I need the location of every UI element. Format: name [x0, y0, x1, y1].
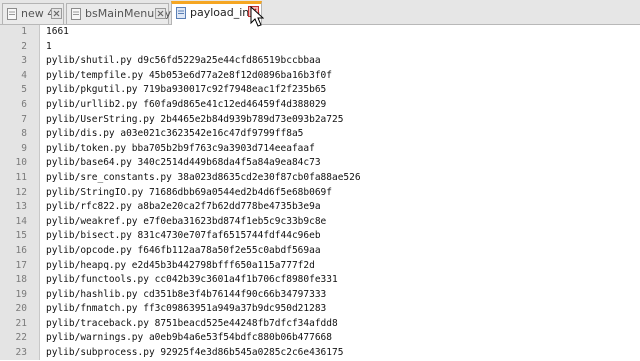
line-number: 9	[21, 142, 27, 154]
line-number: 16	[15, 244, 27, 256]
tab-new-4[interactable]: new 4	[2, 3, 64, 24]
editor-line: 13 pylib/rfc822.py a8ba2e20ca2f7b62dd778b…	[0, 200, 640, 215]
editor-line: 19 pylib/hashlib.py cd351b8e3f4b76144f90c…	[0, 288, 640, 303]
line-text: pylib/shutil.py d9c56fd5229a25e44cfd8651…	[46, 55, 321, 67]
line-text: pylib/dis.py a03e021c3623542e16c47df9799…	[46, 128, 304, 140]
file-icon	[71, 8, 81, 20]
line-number: 1	[21, 26, 27, 37]
line-text: 1	[46, 40, 52, 52]
line-text: pylib/subprocess.py 92925f4e3d86b545a028…	[46, 347, 344, 359]
line-number: 12	[15, 186, 27, 198]
editor-line: 22 pylib/warnings.py a0eb9b4a6e53f54bdfc8…	[0, 331, 640, 346]
close-icon[interactable]	[155, 8, 166, 19]
line-text: pylib/base64.py 340c2514d449b68da4f5a84a…	[46, 157, 321, 169]
editor-line: 9 pylib/token.py bba705b2b9f763c9a3903d71…	[0, 142, 640, 157]
line-text: pylib/StringIO.py 71686dbb69a0544ed2b4d6…	[46, 186, 332, 198]
editor-line: 23 pylib/subprocess.py 92925f4e3d86b545a0…	[0, 346, 640, 361]
line-text: pylib/fnmatch.py ff3c09863951a949a37b9dc…	[46, 303, 327, 315]
tab-label: new 4	[21, 7, 55, 20]
line-number: 13	[15, 201, 27, 213]
line-text: pylib/traceback.py 8751beacd525e44248fb7…	[46, 317, 338, 329]
editor-line: 3 pylib/shutil.py d9c56fd5229a25e44cfd865…	[0, 54, 640, 69]
editor-line: 17 pylib/heapq.py e2d45b3b442798bfff650a1…	[0, 259, 640, 274]
editor-line: 10 pylib/base64.py 340c2514d449b68da4f5a8…	[0, 156, 640, 171]
line-text: pylib/rfc822.py a8ba2e20ca2f7b62dd778be4…	[46, 201, 321, 213]
line-number: 23	[15, 347, 27, 359]
line-number: 17	[15, 259, 27, 271]
editor-line: 1 1661	[0, 25, 640, 40]
file-icon	[7, 8, 17, 20]
line-text: pylib/token.py bba705b2b9f763c9a3903d714…	[46, 142, 315, 154]
line-text: 1661	[46, 26, 69, 37]
tab-bar: new 4 bsMainMenu.py payload_info	[0, 0, 640, 25]
line-text: pylib/bisect.py 831c4730e707faf6515744fd…	[46, 230, 321, 242]
editor-line: 15 pylib/bisect.py 831c4730e707faf6515744…	[0, 229, 640, 244]
close-icon[interactable]	[51, 8, 62, 19]
line-number: 11	[15, 171, 27, 183]
line-text: pylib/pkgutil.py 719ba930017c92f7948eac1…	[46, 84, 327, 96]
editor-line: 21 pylib/traceback.py 8751beacd525e44248f…	[0, 317, 640, 332]
editor-line: 4 pylib/tempfile.py 45b053e6d77a2e8f12d08…	[0, 69, 640, 84]
tab-bsmainmenu-py[interactable]: bsMainMenu.py	[66, 3, 171, 24]
editor-line: 5 pylib/pkgutil.py 719ba930017c92f7948eac…	[0, 83, 640, 98]
line-number: 2	[21, 40, 27, 52]
file-icon	[176, 7, 186, 19]
line-number: 8	[21, 128, 27, 140]
tab-payload-info[interactable]: payload_info	[171, 1, 262, 25]
line-text: pylib/warnings.py a0eb9b4a6e53f54bdfc880…	[46, 332, 332, 344]
line-number: 18	[15, 274, 27, 286]
line-number: 7	[21, 113, 27, 125]
line-number: 14	[15, 215, 27, 227]
line-number: 3	[21, 55, 27, 67]
line-text: pylib/tempfile.py 45b053e6d77a2e8f12d089…	[46, 69, 332, 81]
editor-line: 14 pylib/weakref.py e7f0eba31623bd874f1eb…	[0, 215, 640, 230]
line-text: pylib/functools.py cc042b39c3601a4f1b706…	[46, 274, 338, 286]
line-number: 20	[15, 303, 27, 315]
editor-line: 11 pylib/sre_constants.py 38a023d8635cd2e…	[0, 171, 640, 186]
line-number: 6	[21, 98, 27, 110]
line-number: 22	[15, 332, 27, 344]
editor-text-area[interactable]: 1 1661 21 3 pylib/shutil.py d9c56fd5229a25…	[0, 25, 640, 361]
editor-line: 21	[0, 40, 640, 55]
line-number: 5	[21, 84, 27, 96]
line-number: 21	[15, 317, 27, 329]
line-text: pylib/opcode.py f646fb112aa78a50f2e55c0a…	[46, 244, 321, 256]
editor-line: 18 pylib/functools.py cc042b39c3601a4f1b7…	[0, 273, 640, 288]
editor-line: 16 pylib/opcode.py f646fb112aa78a50f2e55c…	[0, 244, 640, 259]
line-number: 15	[15, 230, 27, 242]
line-text: pylib/sre_constants.py 38a023d8635cd2e30…	[46, 171, 361, 183]
line-text: pylib/heapq.py e2d45b3b442798bfff650a115…	[46, 259, 315, 271]
line-number: 10	[15, 157, 27, 169]
editor-line: 8 pylib/dis.py a03e021c3623542e16c47df979…	[0, 127, 640, 142]
line-text: pylib/UserString.py 2b4465e2b84d939b789d…	[46, 113, 344, 125]
line-number: 19	[15, 288, 27, 300]
line-number: 4	[21, 69, 27, 81]
editor-line: 6 pylib/urllib2.py f60fa9d865e41c12ed4645…	[0, 98, 640, 113]
editor-line: 12 pylib/StringIO.py 71686dbb69a0544ed2b4…	[0, 186, 640, 201]
editor-line: 20 pylib/fnmatch.py ff3c09863951a949a37b9…	[0, 302, 640, 317]
line-text: pylib/hashlib.py cd351b8e3f4b76144f90c66…	[46, 288, 327, 300]
line-text: pylib/urllib2.py f60fa9d865e41c12ed46459…	[46, 98, 327, 110]
editor-line: 7 pylib/UserString.py 2b4465e2b84d939b789…	[0, 113, 640, 128]
line-text: pylib/weakref.py e7f0eba31623bd874f1eb5c…	[46, 215, 327, 227]
